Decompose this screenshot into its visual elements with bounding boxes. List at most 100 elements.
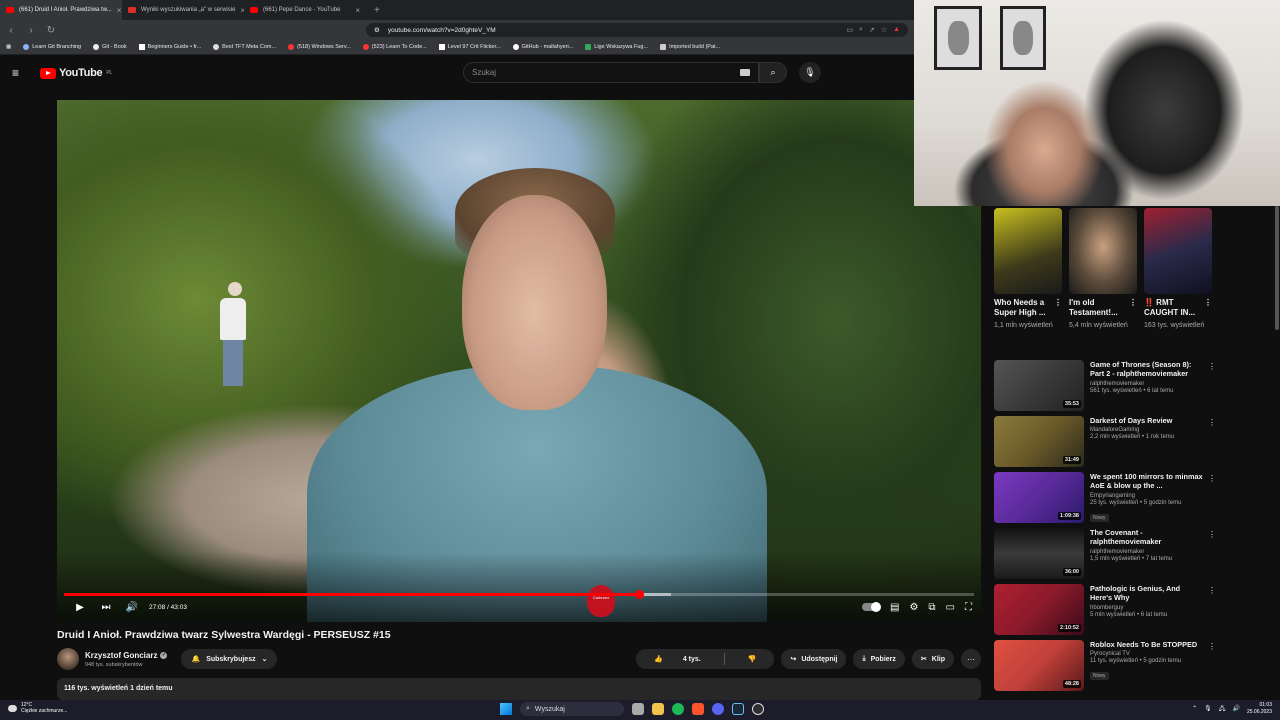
list-item[interactable]: 31:49 Darkest of Days Review MandaloreGa… <box>994 416 1216 472</box>
bookmark[interactable]: Git - Book <box>93 44 127 50</box>
subscribe-button[interactable]: 🔔 Subskrybujesz ⌄ <box>181 649 278 669</box>
video-title: The Covenant - ralphthemoviemaker <box>1090 528 1162 547</box>
close-tab-icon[interactable]: × <box>355 6 360 15</box>
speaker-icon[interactable]: 🔊 <box>1232 705 1239 712</box>
youtube-favicon-icon <box>250 7 258 13</box>
clock[interactable]: 01:03 25.06.2023 <box>1247 702 1272 716</box>
apps-icon[interactable]: ▦ <box>6 44 11 50</box>
url-field[interactable]: ⚙ youtube.com/watch?v=2d0ghteV_YM ▭ ⌕ ↗ … <box>366 23 908 37</box>
tab-druid[interactable]: (661) Druid I Anioł. Prawdziwa tw... × <box>0 0 122 20</box>
more-actions-button[interactable]: ⋯ <box>961 649 981 669</box>
close-tab-icon[interactable]: × <box>117 6 122 15</box>
list-item[interactable]: 2:10:52 Pathologic is Genius, And Here's… <box>994 584 1216 640</box>
channel-avatar[interactable] <box>57 648 79 670</box>
youtube-play-icon <box>40 67 56 79</box>
more-vertical-icon[interactable]: ⋮ <box>1208 586 1216 595</box>
zoom-icon[interactable]: ⌕ <box>859 26 863 34</box>
dislike-button[interactable]: 👎 <box>730 655 775 663</box>
bookmark[interactable]: Learn Git Branching <box>23 44 81 50</box>
more-vertical-icon[interactable]: ⋮ <box>1208 362 1216 371</box>
like-button[interactable]: 👍 4 tys. <box>636 655 719 663</box>
bookmark[interactable]: Imported build (Pat... <box>660 44 720 50</box>
install-icon[interactable]: ▭ <box>846 26 853 34</box>
more-vertical-icon[interactable]: ⋮ <box>1208 474 1216 483</box>
discord-icon[interactable] <box>712 703 724 715</box>
description-box[interactable]: 116 tys. wyświetleń 1 dzień temu <box>57 678 981 700</box>
play-icon[interactable]: ▶ <box>67 602 93 613</box>
video-title: Druid I Anioł. Prawdziwa twarz Sylwestra… <box>57 629 391 641</box>
obs-icon[interactable] <box>752 703 764 715</box>
short-item[interactable]: Who Needs a Super High ... ⋮ 1,1 mln wyśw… <box>994 208 1062 330</box>
extension-icon[interactable]: ▲ <box>893 26 900 34</box>
search-input[interactable]: Szukaj <box>463 62 759 83</box>
youtube-logo[interactable]: YouTube PL <box>40 67 112 79</box>
next-icon[interactable]: ⏭ <box>93 602 119 613</box>
keyboard-icon[interactable] <box>740 69 750 76</box>
reload-icon[interactable]: ↻ <box>46 25 56 36</box>
network-icon[interactable]: 🖧 <box>1219 704 1226 714</box>
clip-button[interactable]: ✂ Klip <box>911 649 954 669</box>
windows-start-icon[interactable] <box>500 703 512 715</box>
site-info-icon[interactable]: ⚙ <box>374 26 380 34</box>
subtitles-icon[interactable]: ▤ <box>890 602 899 613</box>
download-button[interactable]: ⤓ Pobierz <box>853 649 905 669</box>
bookmark[interactable]: GitHub - mallahyeri... <box>512 44 573 50</box>
settings-gear-icon[interactable]: ⚙ <box>909 602 918 613</box>
short-item[interactable]: I'm old Testament!... ⋮ 5,4 mln wyświetle… <box>1069 208 1137 330</box>
bookmark[interactable]: Level 97 Crit Flicker... <box>438 44 501 50</box>
taskbar-search[interactable]: ⌕ Wyszukaj <box>520 702 624 716</box>
brave-icon[interactable] <box>692 703 704 715</box>
more-vertical-icon[interactable]: ⋮ <box>1054 298 1062 308</box>
list-item[interactable]: 36:00 The Covenant - ralphthemoviemaker … <box>994 528 1216 584</box>
share-icon[interactable]: ↗ <box>869 26 875 34</box>
fullscreen-icon[interactable]: ⛶ <box>965 602 972 613</box>
video-player[interactable]: Carburex ▶ ⏭ 🔊 27:08 / 43:03 ▤ ⚙ ⧉ ▭ ⛶ <box>57 100 981 622</box>
theater-mode-icon[interactable]: ▭ <box>946 602 955 613</box>
more-vertical-icon[interactable]: ⋮ <box>1208 642 1216 651</box>
more-vertical-icon[interactable]: ⋮ <box>1129 298 1137 308</box>
microphone-icon[interactable]: 🎙 <box>1204 705 1212 712</box>
presenter-face <box>462 195 607 410</box>
miniplayer-icon[interactable]: ⧉ <box>928 602 935 613</box>
spotify-icon[interactable] <box>672 703 684 715</box>
bookmark[interactable]: (518) Windows Serv... <box>288 44 351 50</box>
search-button[interactable]: ⌕ <box>759 62 787 83</box>
share-arrow-icon: ↪ <box>790 656 797 663</box>
more-vertical-icon[interactable]: ⋮ <box>1204 298 1212 308</box>
autoplay-toggle[interactable] <box>861 602 881 612</box>
new-tab-icon[interactable]: + <box>366 5 388 16</box>
task-view-icon[interactable] <box>632 703 644 715</box>
scrollbar-thumb[interactable] <box>1275 206 1279 330</box>
scissors-icon: ✂ <box>920 656 927 663</box>
share-button[interactable]: ↪ Udostępnij <box>781 649 847 669</box>
menu-icon[interactable]: ≡ <box>12 66 28 80</box>
tab-search[interactable]: Wyniki wyszukiwania „a" w serwisie × <box>122 0 244 20</box>
bookmark-star-icon[interactable]: ☆ <box>881 26 887 34</box>
bookmark-favicon-icon <box>660 44 667 50</box>
more-vertical-icon[interactable]: ⋮ <box>1208 418 1216 427</box>
logo-text: YouTube <box>59 67 103 79</box>
sidebar-scrollbar[interactable] <box>1274 206 1280 700</box>
channel-name[interactable]: Krzysztof Gonciarz ✓ <box>85 651 168 660</box>
file-explorer-icon[interactable] <box>652 703 664 715</box>
progress-bar[interactable] <box>64 590 974 599</box>
bookmark[interactable]: (523) Learn To Code... <box>362 44 427 50</box>
forward-icon[interactable]: › <box>26 25 36 36</box>
volume-icon[interactable]: 🔊 <box>119 602 145 613</box>
back-icon[interactable]: ‹ <box>6 25 16 36</box>
voice-search-button[interactable]: 🎙 <box>799 62 821 83</box>
list-item[interactable]: 1:09:38 We spent 100 mirrors to minmax A… <box>994 472 1216 528</box>
view-stats: 116 tys. wyświetleń 1 dzień temu <box>64 685 173 692</box>
tab-pepe[interactable]: (661) Pepe Dance - YouTube × <box>244 0 366 20</box>
chevron-up-icon[interactable]: ⌃ <box>1192 705 1197 712</box>
bookmark[interactable]: Beginners Guide • fr... <box>138 44 201 50</box>
steam-icon[interactable] <box>732 703 744 715</box>
short-item[interactable]: ‼️ RMT CAUGHT IN... ⋮ 163 tys. wyświetleń <box>1144 208 1212 330</box>
list-item[interactable]: 35:53 Game of Thrones (Season 8): Part 2… <box>994 360 1216 416</box>
list-item[interactable]: 48:28 Roblox Needs To Be STOPPED Pyrocyn… <box>994 640 1216 696</box>
bookmark[interactable]: Lige Wskazywa Fug... <box>585 44 648 50</box>
weather-widget[interactable]: 12°C Ciężkie zachmurze... <box>8 702 67 715</box>
youtube-favicon-icon <box>6 7 14 13</box>
bookmark[interactable]: Best TFT Meta Com... <box>213 44 276 50</box>
more-vertical-icon[interactable]: ⋮ <box>1208 530 1216 539</box>
